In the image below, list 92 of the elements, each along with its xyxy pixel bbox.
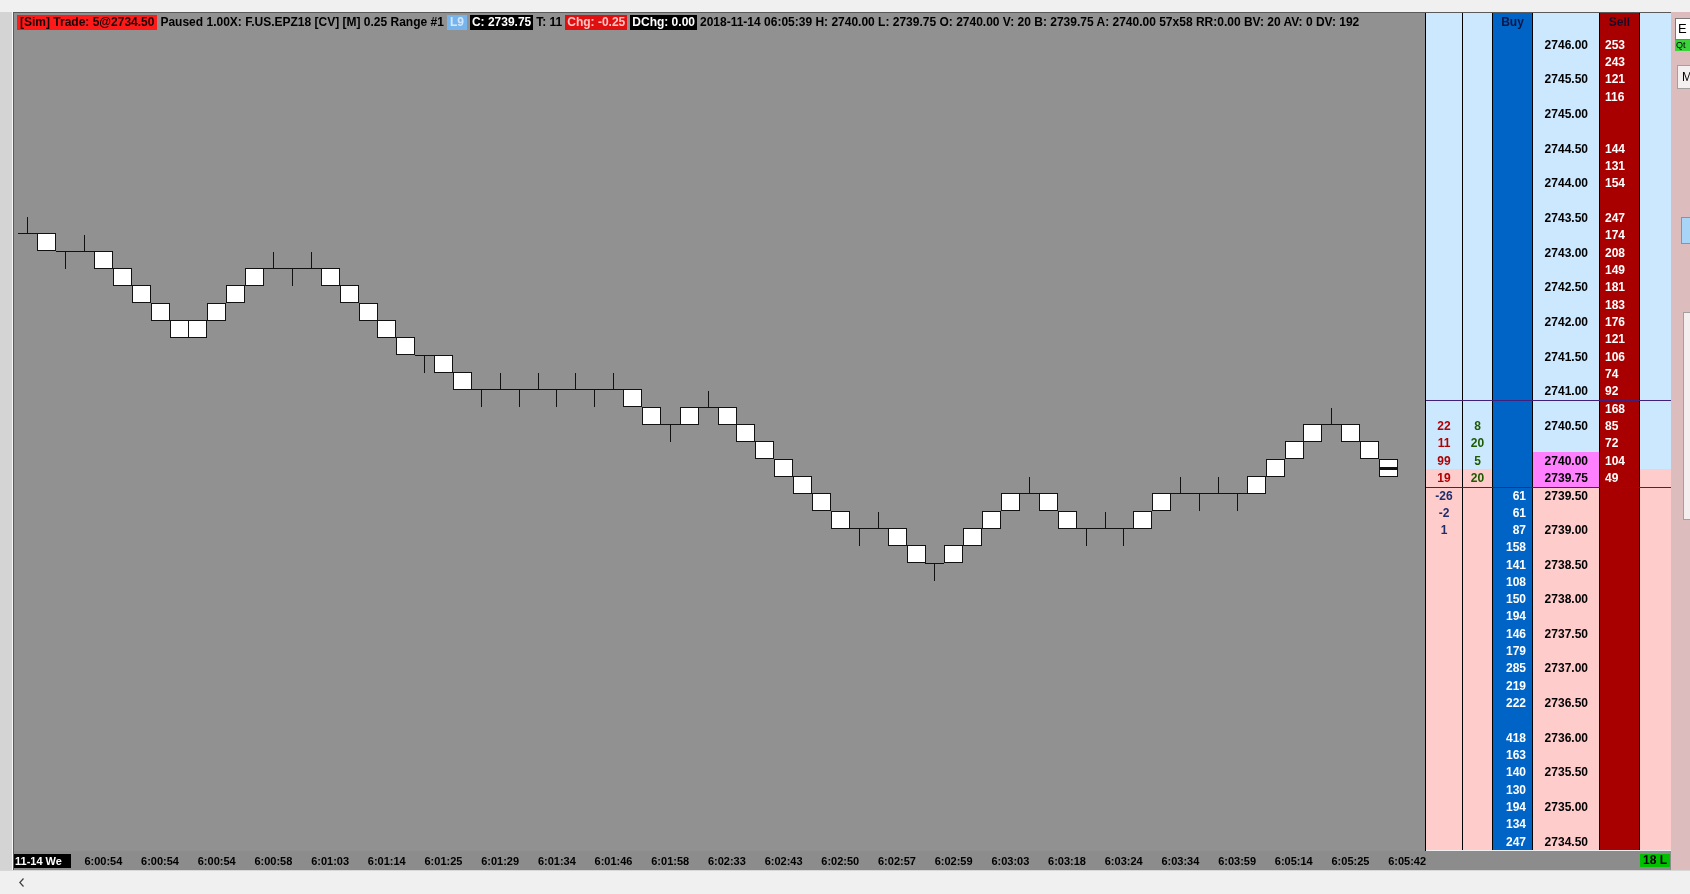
bid-size: 150 [1505, 593, 1526, 606]
price-readout: DChg: 0.00 [630, 15, 697, 30]
bid-size: 222 [1505, 697, 1526, 710]
time-label: 6:00:58 [254, 853, 293, 868]
time-label: 6:02:33 [707, 853, 746, 868]
price-cell: 2739.75 [1533, 469, 1600, 487]
ask-size: 116 [1605, 90, 1625, 103]
change-readout: Chg: -0.25 [565, 15, 628, 30]
ask-size: 183 [1605, 298, 1626, 311]
ask-size: 168 [1605, 403, 1626, 416]
bid-size: 285 [1505, 662, 1526, 675]
price-readout: C: 2739.75 [469, 15, 534, 30]
bid-size: 194 [1505, 801, 1526, 814]
status-text: Paused 1.00X: F.US.EPZ18 [CV] [M] 0.25 Range #1 [160, 15, 444, 30]
bid-size: 61 [1512, 489, 1526, 502]
time-label: 6:02:57 [878, 853, 916, 868]
status-text: 2018-11-14 06:05:39 H: 2740.00 L: 2739.75 O: 2740.00 V: 20 B: 2739.75 A: 2740.00 57x58 RR:0.00 BV: 20 AV: 0 DV: 192 [700, 15, 1360, 30]
delta-value: 22 [1437, 419, 1451, 432]
bid-size: 140 [1505, 766, 1526, 779]
ask-size: 253 [1605, 38, 1626, 51]
bid-size: 134 [1505, 818, 1526, 831]
bid-size: 163 [1505, 749, 1526, 762]
time-label: 6:01:25 [424, 853, 463, 868]
delta-value: 1 [1440, 523, 1448, 536]
time-label: 6:01:34 [537, 853, 576, 868]
ask-size: 92 [1605, 385, 1619, 398]
quantity-label: Qt [1675, 40, 1690, 51]
time-label: 6:03:03 [991, 853, 1030, 868]
bid-size: 146 [1505, 627, 1526, 640]
time-label: 6:00:54 [197, 853, 236, 868]
ask-size: 131 [1605, 159, 1626, 172]
time-label: 6:05:25 [1331, 853, 1370, 868]
delta-value: -2 [1438, 506, 1450, 519]
bid-size: 130 [1505, 783, 1526, 796]
bid-size: 247 [1505, 835, 1526, 848]
ask-size: 106 [1605, 350, 1626, 363]
ask-size: 154 [1605, 177, 1626, 190]
delta-value: 19 [1437, 471, 1451, 484]
ask-size: 247 [1605, 211, 1626, 224]
time-label: 6:02:59 [934, 853, 973, 868]
ask-size: 121 [1605, 73, 1626, 86]
volume-value: 8 [1474, 419, 1481, 432]
ask-size: 208 [1605, 246, 1626, 259]
bid-size: 108 [1505, 575, 1526, 588]
time-label: 6:03:59 [1218, 853, 1257, 868]
chevron-left-icon[interactable] [19, 878, 24, 887]
time-label: 6:01:58 [651, 853, 690, 868]
bid-size: 219 [1505, 679, 1526, 692]
ask-size: 181 [1605, 281, 1626, 294]
ask-size: 174 [1605, 229, 1626, 242]
time-label: 6:03:34 [1161, 853, 1200, 868]
time-label: 6:03:18 [1048, 853, 1086, 868]
time-label: 6:01:14 [367, 853, 406, 868]
bid-size: 61 [1512, 506, 1526, 519]
bid-size: 87 [1512, 523, 1526, 536]
time-label: 6:02:50 [821, 853, 860, 868]
ask-size: 85 [1605, 419, 1619, 432]
delta-value: 11 [1437, 437, 1451, 450]
ask-size: 149 [1605, 263, 1626, 276]
symbol-field[interactable]: E [1675, 18, 1690, 40]
trade-status: [Sim] Trade: 5@2734.50 [17, 15, 158, 30]
ask-size: 121 [1605, 333, 1626, 346]
time-label: 6:03:24 [1104, 853, 1143, 868]
ask-size: 104 [1605, 454, 1626, 467]
delta-value: -26 [1435, 489, 1453, 502]
ask-size: 144 [1605, 142, 1626, 155]
volume-value: 5 [1474, 454, 1481, 467]
ask-size: 243 [1605, 56, 1626, 68]
bid-size: 158 [1505, 541, 1526, 554]
time-label: 6:00:54 [141, 853, 179, 868]
ask-size: 72 [1605, 437, 1619, 450]
time-label: 6:02:43 [764, 853, 803, 868]
bid-size: 194 [1505, 610, 1526, 623]
time-label: 6:05:14 [1274, 853, 1313, 868]
time-label: 6:01:29 [481, 853, 520, 868]
status-text: T: 11 [536, 15, 563, 30]
level-indicator: L9 [446, 15, 467, 30]
time-label: 6:01:46 [594, 853, 633, 868]
time-label: 6:01:03 [311, 853, 350, 868]
date-label: 11-14 We [14, 853, 71, 868]
volume-value: 20 [1470, 471, 1485, 484]
delta-value: 99 [1437, 454, 1451, 467]
ask-size: 74 [1605, 367, 1619, 380]
ask-size: 49 [1605, 471, 1619, 484]
position-badge: 18 L [1640, 854, 1670, 867]
time-label: 6:00:54 [84, 853, 123, 868]
ask-size: 176 [1605, 315, 1626, 328]
bid-size: 179 [1505, 645, 1526, 658]
bid-size: 141 [1505, 558, 1526, 571]
volume-value: 20 [1470, 437, 1485, 450]
time-label: 6:05:42 [1388, 853, 1427, 868]
bid-size: 418 [1505, 731, 1526, 744]
